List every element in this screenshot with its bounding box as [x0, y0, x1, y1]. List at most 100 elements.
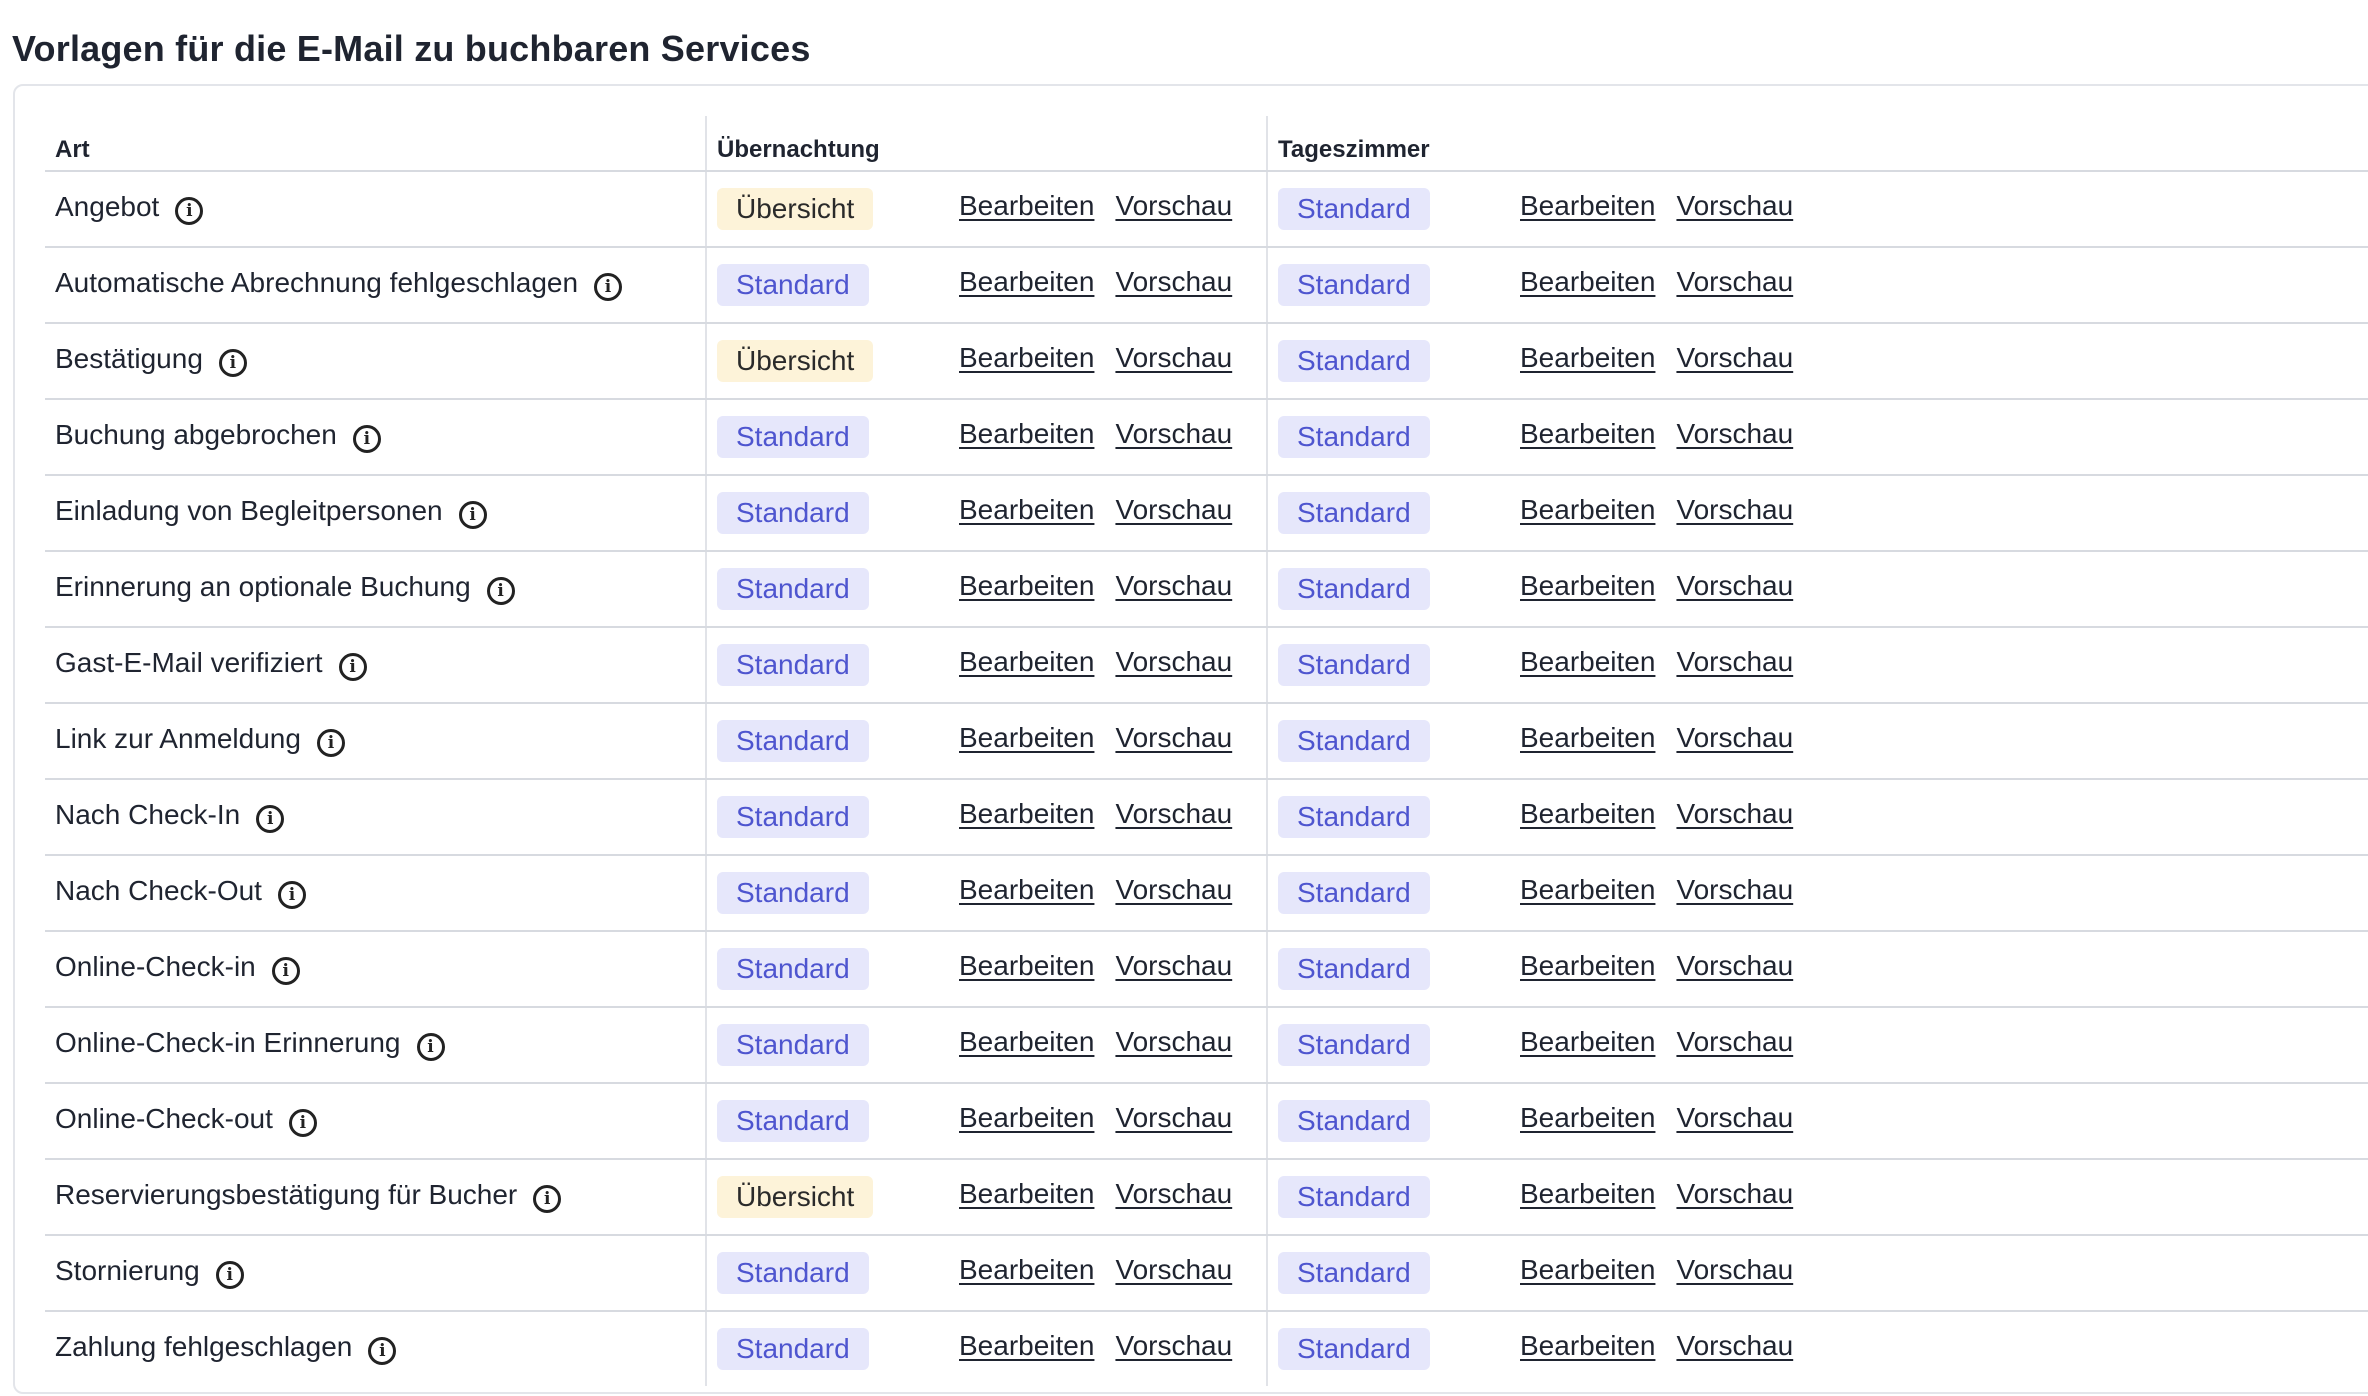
- tageszimmer-edit-link[interactable]: Bearbeiten: [1520, 1026, 1655, 1058]
- tageszimmer-preview-link[interactable]: Vorschau: [1676, 1178, 1793, 1210]
- tageszimmer-preview-link[interactable]: Vorschau: [1676, 418, 1793, 450]
- tageszimmer-preview-link[interactable]: Vorschau: [1676, 494, 1793, 526]
- uebernachtung-preview-link[interactable]: Vorschau: [1115, 1330, 1232, 1362]
- info-circle-icon[interactable]: i: [352, 425, 381, 453]
- tageszimmer-slot: Standard Bearbeiten Vorschau: [1278, 324, 2368, 398]
- tageszimmer-edit-link[interactable]: Bearbeiten: [1520, 342, 1655, 374]
- tageszimmer-edit-link[interactable]: Bearbeiten: [1520, 494, 1655, 526]
- table-row: Angebot i Übersicht Bearbeiten Vorschau Stand…: [45, 171, 2368, 248]
- tageszimmer-edit-link[interactable]: Bearbeiten: [1520, 266, 1655, 298]
- info-circle-icon[interactable]: i: [316, 729, 345, 757]
- tageszimmer-preview-link[interactable]: Vorschau: [1676, 570, 1793, 602]
- uebernachtung-preview-link[interactable]: Vorschau: [1115, 190, 1232, 222]
- tageszimmer-edit-link[interactable]: Bearbeiten: [1520, 190, 1655, 222]
- tageszimmer-preview-link[interactable]: Vorschau: [1676, 798, 1793, 830]
- table-header-row: Art Übernachtung Tageszimmer: [45, 116, 2368, 172]
- uebernachtung-template-badge: Standard: [717, 872, 869, 914]
- uebernachtung-preview-link[interactable]: Vorschau: [1115, 722, 1232, 754]
- tageszimmer-template-badge: Standard: [1278, 416, 1430, 458]
- table-row: Nach Check-In i Standard Bearbeiten Vorschau…: [45, 779, 2368, 856]
- tageszimmer-actions: Bearbeiten Vorschau: [1520, 874, 1793, 906]
- tageszimmer-preview-link[interactable]: Vorschau: [1676, 1102, 1793, 1134]
- uebernachtung-preview-link[interactable]: Vorschau: [1115, 1102, 1232, 1134]
- uebernachtung-edit-link[interactable]: Bearbeiten: [959, 874, 1094, 906]
- uebernachtung-preview-link[interactable]: Vorschau: [1115, 342, 1232, 374]
- art-wrapper: Einladung von Begleitpersonen i: [55, 493, 705, 533]
- uebernachtung-preview-link[interactable]: Vorschau: [1115, 950, 1232, 982]
- tageszimmer-actions: Bearbeiten Vorschau: [1520, 1026, 1793, 1058]
- art-wrapper: Online-Check-out i: [55, 1101, 705, 1141]
- uebernachtung-preview-link[interactable]: Vorschau: [1115, 874, 1232, 906]
- info-circle-icon[interactable]: i: [416, 1033, 445, 1061]
- tageszimmer-edit-link[interactable]: Bearbeiten: [1520, 798, 1655, 830]
- uebernachtung-edit-link[interactable]: Bearbeiten: [959, 418, 1094, 450]
- uebernachtung-preview-link[interactable]: Vorschau: [1115, 1254, 1232, 1286]
- uebernachtung-edit-link[interactable]: Bearbeiten: [959, 1178, 1094, 1210]
- cell-tageszimmer: Standard Bearbeiten Vorschau: [1266, 1159, 2368, 1236]
- table-row: Reservierungsbestätigung für Bucher i Über…: [45, 1159, 2368, 1236]
- tageszimmer-edit-link[interactable]: Bearbeiten: [1520, 646, 1655, 678]
- uebernachtung-edit-link[interactable]: Bearbeiten: [959, 1330, 1094, 1362]
- info-circle-icon[interactable]: i: [288, 1109, 317, 1137]
- uebernachtung-edit-link[interactable]: Bearbeiten: [959, 266, 1094, 298]
- uebernachtung-preview-link[interactable]: Vorschau: [1115, 1178, 1232, 1210]
- tageszimmer-edit-link[interactable]: Bearbeiten: [1520, 1254, 1655, 1286]
- uebernachtung-edit-link[interactable]: Bearbeiten: [959, 950, 1094, 982]
- info-circle-icon[interactable]: i: [256, 805, 285, 833]
- tageszimmer-preview-link[interactable]: Vorschau: [1676, 1330, 1793, 1362]
- tageszimmer-edit-link[interactable]: Bearbeiten: [1520, 1102, 1655, 1134]
- uebernachtung-edit-link[interactable]: Bearbeiten: [959, 342, 1094, 374]
- uebernachtung-edit-link[interactable]: Bearbeiten: [959, 1254, 1094, 1286]
- tageszimmer-preview-link[interactable]: Vorschau: [1676, 646, 1793, 678]
- uebernachtung-preview-link[interactable]: Vorschau: [1115, 494, 1232, 526]
- uebernachtung-preview-link[interactable]: Vorschau: [1115, 570, 1232, 602]
- info-circle-icon[interactable]: i: [368, 1337, 397, 1365]
- uebernachtung-preview-link[interactable]: Vorschau: [1115, 1026, 1232, 1058]
- info-circle-icon[interactable]: i: [533, 1185, 562, 1213]
- tageszimmer-preview-link[interactable]: Vorschau: [1676, 342, 1793, 374]
- uebernachtung-edit-link[interactable]: Bearbeiten: [959, 190, 1094, 222]
- info-circle-icon[interactable]: i: [486, 577, 515, 605]
- cell-tageszimmer: Standard Bearbeiten Vorschau: [1266, 703, 2368, 780]
- tageszimmer-preview-link[interactable]: Vorschau: [1676, 874, 1793, 906]
- info-circle-icon[interactable]: i: [215, 1261, 244, 1289]
- tageszimmer-template-badge: Standard: [1278, 492, 1430, 534]
- tageszimmer-edit-link[interactable]: Bearbeiten: [1520, 722, 1655, 754]
- tageszimmer-preview-link[interactable]: Vorschau: [1676, 722, 1793, 754]
- uebernachtung-edit-link[interactable]: Bearbeiten: [959, 1026, 1094, 1058]
- tageszimmer-preview-link[interactable]: Vorschau: [1676, 950, 1793, 982]
- info-circle-icon[interactable]: i: [458, 501, 487, 529]
- tageszimmer-preview-link[interactable]: Vorschau: [1676, 1026, 1793, 1058]
- uebernachtung-edit-link[interactable]: Bearbeiten: [959, 646, 1094, 678]
- uebernachtung-actions: Bearbeiten Vorschau: [959, 646, 1232, 678]
- uebernachtung-preview-link[interactable]: Vorschau: [1115, 266, 1232, 298]
- uebernachtung-preview-link[interactable]: Vorschau: [1115, 646, 1232, 678]
- tageszimmer-preview-link[interactable]: Vorschau: [1676, 190, 1793, 222]
- info-circle-icon[interactable]: i: [218, 349, 247, 377]
- tageszimmer-edit-link[interactable]: Bearbeiten: [1520, 874, 1655, 906]
- uebernachtung-preview-link[interactable]: Vorschau: [1115, 798, 1232, 830]
- tageszimmer-edit-link[interactable]: Bearbeiten: [1520, 570, 1655, 602]
- uebernachtung-template-badge: Standard: [717, 948, 869, 990]
- info-circle-icon[interactable]: i: [338, 653, 367, 681]
- uebernachtung-edit-link[interactable]: Bearbeiten: [959, 494, 1094, 526]
- tageszimmer-edit-link[interactable]: Bearbeiten: [1520, 950, 1655, 982]
- table-row: Online-Check-out i Standard Bearbeiten Vorsc…: [45, 1083, 2368, 1160]
- uebernachtung-edit-link[interactable]: Bearbeiten: [959, 570, 1094, 602]
- info-circle-icon[interactable]: i: [277, 881, 306, 909]
- tageszimmer-preview-link[interactable]: Vorschau: [1676, 266, 1793, 298]
- tageszimmer-slot: Standard Bearbeiten Vorschau: [1278, 932, 2368, 1006]
- art-wrapper: Reservierungsbestätigung für Bucher i: [55, 1177, 705, 1217]
- column-header-uebernachtung: Übernachtung: [705, 116, 1267, 172]
- uebernachtung-edit-link[interactable]: Bearbeiten: [959, 722, 1094, 754]
- info-circle-icon[interactable]: i: [594, 273, 623, 301]
- uebernachtung-preview-link[interactable]: Vorschau: [1115, 418, 1232, 450]
- uebernachtung-edit-link[interactable]: Bearbeiten: [959, 798, 1094, 830]
- tageszimmer-edit-link[interactable]: Bearbeiten: [1520, 1330, 1655, 1362]
- info-circle-icon[interactable]: i: [271, 957, 300, 985]
- tageszimmer-preview-link[interactable]: Vorschau: [1676, 1254, 1793, 1286]
- info-circle-icon[interactable]: i: [175, 197, 204, 225]
- tageszimmer-edit-link[interactable]: Bearbeiten: [1520, 418, 1655, 450]
- tageszimmer-edit-link[interactable]: Bearbeiten: [1520, 1178, 1655, 1210]
- uebernachtung-edit-link[interactable]: Bearbeiten: [959, 1102, 1094, 1134]
